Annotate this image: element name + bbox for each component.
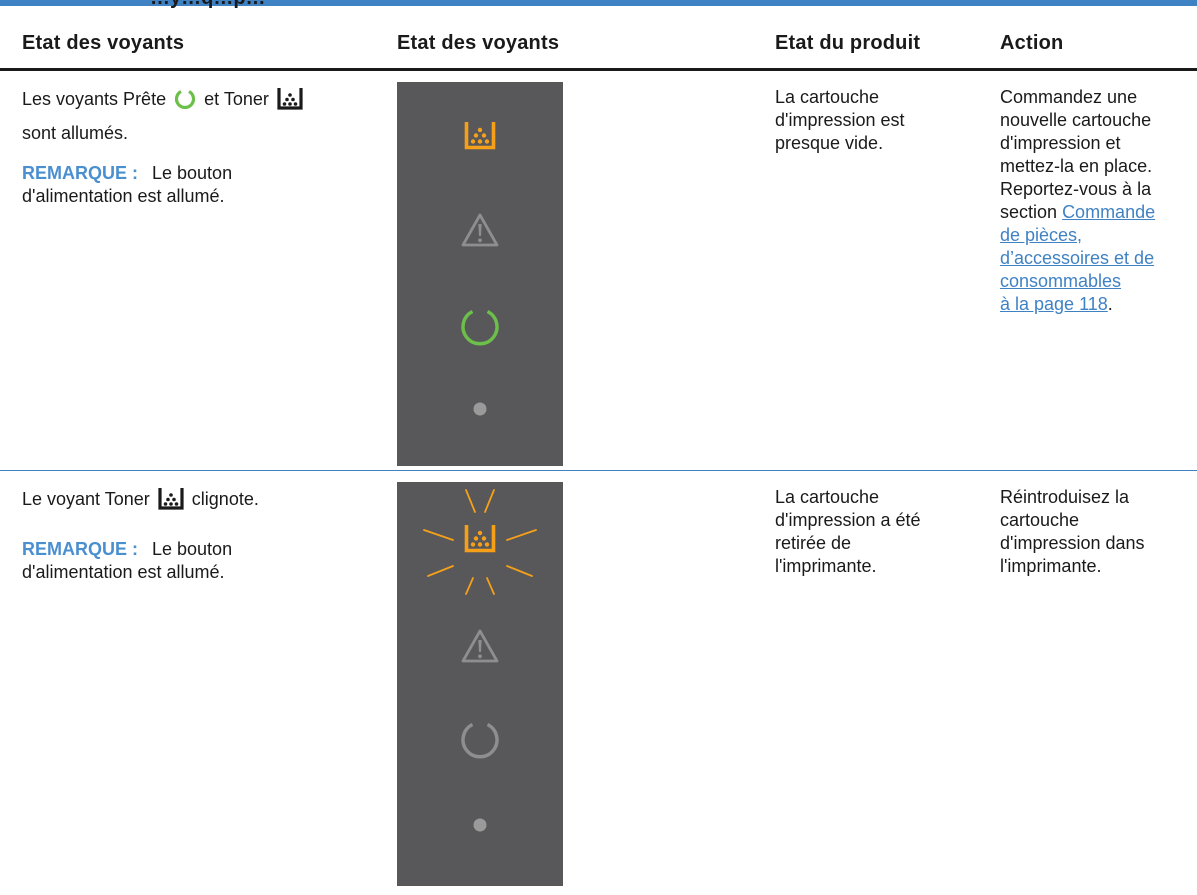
note-text-1: Le bouton [152,539,233,559]
table-header: Etat des voyants Etat des voyants Etat d… [0,18,1197,70]
header-light-state: Etat des voyants [22,32,185,54]
header-product-state: Etat du produit [775,32,921,54]
toner-icon [277,86,303,116]
note-text-2: d'alimentation est allumé. [22,186,225,206]
order-parts-link-4[interactable]: consommables [1000,270,1185,293]
row1-control-panel [397,82,563,466]
order-parts-link-3[interactable]: d’accessoires et de [1000,247,1185,270]
note-text-2: d'alimentation est allumé. [22,562,225,582]
row1-text-middle: et Toner [204,89,269,109]
header-rule [0,68,1197,71]
row1-text-after: sont allumés. [22,123,129,143]
row1-text-before: Les voyants Prête [22,89,167,109]
order-parts-link-page[interactable]: à la page 118 [1000,294,1108,314]
row-divider [0,470,1197,471]
row2-note: REMARQUE : Le bouton d'alimentation est a… [22,538,352,584]
ready-light-on-icon [461,309,499,346]
row2-light-state: Le voyant Toner clignote. REMARQUE : Le b… [22,486,352,584]
note-label: REMARQUE : [22,539,138,559]
row1-action: Commandez une nouvelle cartouche d'impre… [1000,86,1185,316]
attention-light-off-icon [461,629,499,663]
row2-text-after: clignote. [191,489,259,509]
row2-text-before: Le voyant Toner [22,489,150,509]
header-light-state-2: Etat des voyants [397,32,560,54]
toner-icon [158,486,184,516]
toner-light-on-icon [464,122,496,150]
attention-light-off-icon [461,213,499,247]
row1-note: REMARQUE : Le bouton d'alimentation est a… [22,162,352,208]
power-light-off-icon [473,402,487,416]
toner-light-blinking-icon [423,489,537,595]
ready-light-off-icon [461,722,499,759]
row2-control-panel [397,482,563,886]
cut-off-title: …y…q…p… [150,0,266,10]
order-parts-link[interactable]: Commande [1062,202,1155,222]
row1-light-state: Les voyants Prête et Toner sont allumés.… [22,86,352,208]
note-label: REMARQUE : [22,163,138,183]
row1-product-state: La cartouche d'impression est presque vi… [775,87,905,153]
power-light-off-icon [473,818,487,832]
note-text-1: Le bouton [152,163,233,183]
row2-product-state: La cartouche d'impression a été retirée … [775,487,921,576]
ready-icon [174,88,196,116]
row2-action: Réintroduisez la cartouche d'impression … [1000,487,1145,576]
header-action: Action [1000,32,1064,54]
order-parts-link-2[interactable]: de pièces, [1000,224,1185,247]
